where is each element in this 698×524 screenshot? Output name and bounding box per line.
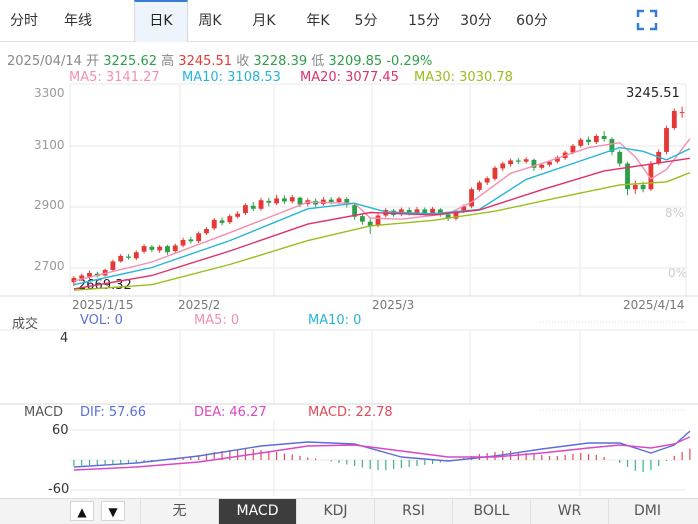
kline-widget: 分时 年线 日K 周K 月K 年K 5分 15分 30分 60分 2025/04/14 开 322… <box>0 0 698 524</box>
candle-body <box>679 112 685 114</box>
scroll-down-button[interactable]: ▼ <box>101 501 125 521</box>
candle-body <box>227 216 233 223</box>
ma-line-ma5 <box>73 138 691 282</box>
candle-body <box>476 182 482 190</box>
candle-body <box>243 205 248 214</box>
candle-body <box>328 199 334 203</box>
candle-body <box>266 200 272 203</box>
candle-body <box>258 200 264 209</box>
candle-body <box>219 220 225 223</box>
candle-body <box>250 205 256 209</box>
candle-body <box>133 252 139 259</box>
ma-line-ma30 <box>73 172 691 291</box>
candle-body <box>547 161 552 165</box>
candle-body <box>110 261 116 270</box>
candle-body <box>586 139 591 143</box>
dea-line <box>73 436 691 471</box>
candle-body <box>359 216 365 222</box>
candle-body <box>336 198 342 203</box>
candle-body <box>157 246 163 251</box>
candle-body <box>196 233 202 242</box>
candle-body <box>617 151 623 164</box>
candle-body <box>664 128 669 152</box>
candle-body <box>523 159 529 162</box>
candle-body <box>469 189 474 207</box>
candle-body <box>235 213 241 217</box>
candle-body <box>297 197 303 205</box>
candle-body <box>180 240 186 246</box>
candle-body <box>539 164 545 168</box>
candle-body <box>492 167 498 179</box>
candle-body <box>149 246 155 250</box>
candle-body <box>671 110 677 129</box>
indicator-button-3[interactable]: KDJ <box>296 499 374 524</box>
candle-body <box>500 163 506 169</box>
candle-body <box>515 160 521 162</box>
kline-chart[interactable] <box>0 0 698 500</box>
candle-body <box>289 197 295 202</box>
indicator-button-6[interactable]: WR <box>530 499 608 524</box>
ma-line-ma10 <box>73 146 691 286</box>
candle-body <box>578 139 584 146</box>
candle-body <box>204 228 209 234</box>
candle-body <box>375 215 381 226</box>
candle-body <box>118 255 124 262</box>
candle-body <box>141 246 147 252</box>
candle-body <box>274 198 280 204</box>
indicator-button-5[interactable]: BOLL <box>452 499 530 524</box>
candle-body <box>282 198 287 202</box>
candle-body <box>172 245 178 252</box>
candle-body <box>508 160 513 165</box>
indicator-button-1[interactable]: 无 <box>140 499 218 524</box>
candle-body <box>126 256 131 258</box>
candle-body <box>601 136 607 140</box>
candle-body <box>593 136 599 143</box>
candle-body <box>422 209 428 214</box>
candle-body <box>570 145 576 153</box>
indicator-button-7[interactable]: DMI <box>608 499 686 524</box>
ma-line-ma20 <box>73 157 691 290</box>
candle-body <box>188 239 194 242</box>
candle-body <box>211 219 217 229</box>
candle-body <box>165 246 170 253</box>
candle-body <box>640 184 646 190</box>
scroll-up-button[interactable]: ▲ <box>70 501 94 521</box>
indicator-button-4[interactable]: RSI <box>374 499 452 524</box>
indicator-button-2[interactable]: MACD <box>218 499 296 524</box>
candle-body <box>632 184 638 190</box>
candle-body <box>484 178 490 183</box>
